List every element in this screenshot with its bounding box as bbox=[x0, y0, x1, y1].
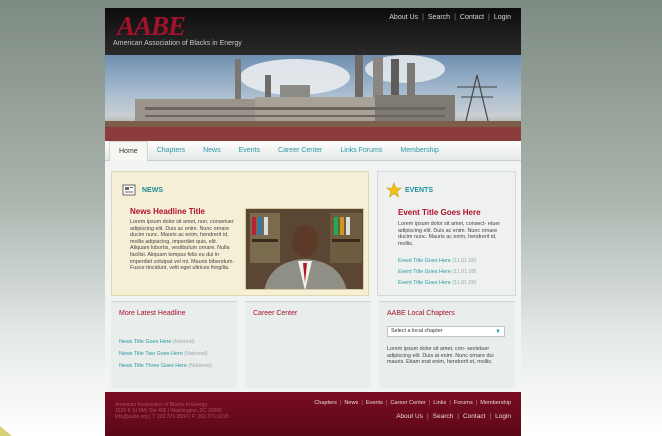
nav-chapters[interactable]: Chapters bbox=[148, 141, 194, 161]
chapters-title: AABE Local Chapters bbox=[387, 310, 455, 317]
news-label: NEWS bbox=[142, 187, 163, 194]
site-window: AABE American Association of Blacks in E… bbox=[105, 8, 521, 436]
footer-link-career[interactable]: Career Center bbox=[390, 400, 425, 406]
separator: | bbox=[422, 14, 424, 21]
local-chapters-section: AABE Local Chapters Select a local chapt… bbox=[379, 301, 515, 388]
list-item[interactable]: News Title Two Goes Here (National) bbox=[119, 348, 212, 360]
top-links: About Us | Search | Contact | Login bbox=[389, 14, 511, 21]
list-item[interactable]: Event Title Goes Here (11.01.09) bbox=[398, 278, 476, 289]
top-link-about[interactable]: About Us bbox=[389, 14, 418, 21]
hero-image bbox=[105, 55, 521, 141]
events-label: EVENTS bbox=[405, 187, 434, 194]
list-item[interactable]: News Title Three Goes Here (National) bbox=[119, 360, 212, 372]
footer-link-events[interactable]: Events bbox=[366, 400, 383, 406]
corner-decoration bbox=[0, 426, 12, 436]
power-plant-illustration bbox=[105, 55, 521, 141]
news-body: Lorem ipsum dolor sit amet, non. consetu… bbox=[130, 219, 234, 272]
latest-title: More Latest Headline bbox=[119, 310, 186, 317]
footer-utility-links: About Us | Search | Contact | Login bbox=[396, 413, 511, 420]
separator: | bbox=[454, 14, 456, 21]
site-footer: American Association of Blacks in Energy… bbox=[105, 392, 521, 436]
list-item[interactable]: Event Title Goes Here (11.01.09) bbox=[398, 256, 476, 267]
footer-link-about[interactable]: About Us bbox=[396, 413, 423, 420]
news-headline[interactable]: News Headline Title bbox=[130, 207, 205, 216]
nav-events[interactable]: Events bbox=[230, 141, 269, 161]
career-center-section: Career Center bbox=[245, 301, 371, 388]
footer-link-news[interactable]: News bbox=[344, 400, 358, 406]
nav-links-forums[interactable]: Links Forums bbox=[331, 141, 391, 161]
news-section: NEWS News Headline Title Lorem ipsum dol… bbox=[111, 171, 369, 296]
site-header: AABE American Association of Blacks in E… bbox=[105, 8, 521, 55]
events-section: EVENTS Event Title Goes Here Lorem ipsum… bbox=[377, 171, 516, 296]
chapters-body: Lorem ipsum dolor sit amet, con- sectetu… bbox=[387, 346, 494, 366]
main-nav: Home Chapters News Events Career Center … bbox=[105, 140, 521, 161]
top-link-login[interactable]: Login bbox=[494, 14, 511, 21]
footer-link-membership[interactable]: Membership bbox=[480, 400, 511, 406]
top-link-contact[interactable]: Contact bbox=[460, 14, 484, 21]
news-photo bbox=[245, 208, 364, 290]
latest-headlines-section: More Latest Headline News Title Goes Her… bbox=[111, 301, 237, 388]
newspaper-icon bbox=[122, 184, 136, 196]
events-body: Lorem ipsum dolor sit amet, consect- etu… bbox=[398, 221, 501, 247]
separator: | bbox=[488, 14, 490, 21]
top-link-search[interactable]: Search bbox=[428, 14, 450, 21]
nav-home[interactable]: Home bbox=[109, 140, 148, 161]
career-title[interactable]: Career Center bbox=[253, 310, 297, 317]
nav-career-center[interactable]: Career Center bbox=[269, 141, 331, 161]
list-item[interactable]: Event Title Goes Here (11.01.09) bbox=[398, 267, 476, 278]
footer-link-login[interactable]: Login bbox=[495, 413, 511, 420]
nav-news[interactable]: News bbox=[194, 141, 230, 161]
footer-links: Chapters | News | Events | Career Center | L… bbox=[314, 400, 511, 406]
chapter-select[interactable]: Select a local chapter ▼ bbox=[387, 326, 505, 337]
event-list: Event Title Goes Here (11.01.09) Event T… bbox=[398, 256, 476, 289]
footer-link-links[interactable]: Links bbox=[433, 400, 446, 406]
footer-link-contact[interactable]: Contact bbox=[463, 413, 485, 420]
footer-info: American Association of Blacks in Energy… bbox=[115, 402, 229, 421]
events-title[interactable]: Event Title Goes Here bbox=[398, 208, 481, 217]
star-icon bbox=[386, 182, 402, 198]
nav-membership[interactable]: Membership bbox=[391, 141, 448, 161]
footer-link-forums[interactable]: Forums bbox=[454, 400, 473, 406]
footer-link-chapters[interactable]: Chapters bbox=[314, 400, 337, 406]
footer-link-search[interactable]: Search bbox=[433, 413, 454, 420]
logo[interactable]: AABE bbox=[117, 11, 186, 42]
chevron-down-icon: ▼ bbox=[495, 329, 501, 335]
list-item[interactable]: News Title Goes Here (Internal) bbox=[119, 336, 212, 348]
headline-list: News Title Goes Here (Internal) News Tit… bbox=[119, 336, 212, 372]
org-name: American Association of Blacks in Energy bbox=[113, 40, 242, 47]
